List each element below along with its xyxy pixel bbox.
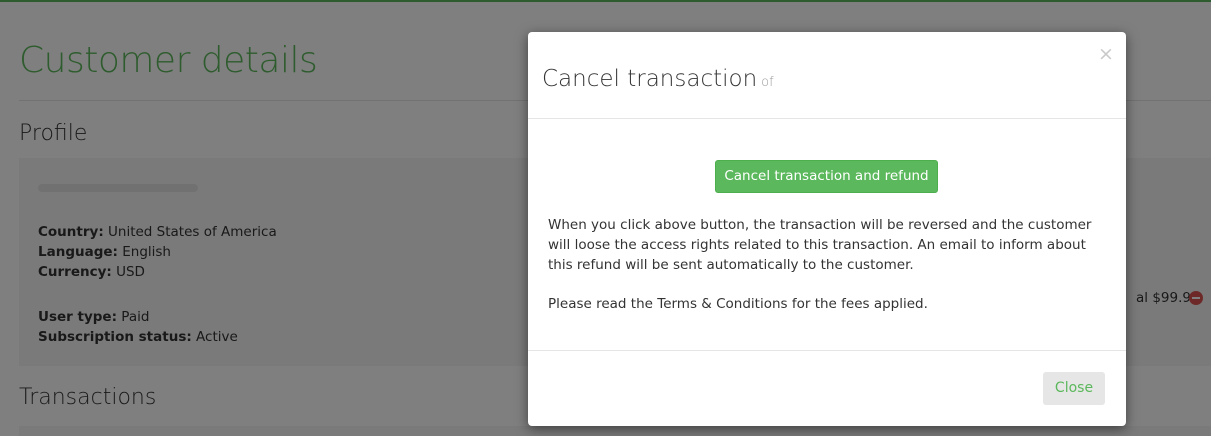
close-icon[interactable]: × bbox=[1098, 45, 1114, 64]
modal-title-suffix: of bbox=[761, 75, 774, 90]
modal-title-text: Cancel transaction bbox=[542, 66, 758, 92]
refund-explanation: When you click above button, the transac… bbox=[548, 217, 1092, 273]
terms-note: Please read the Terms & Conditions for t… bbox=[548, 296, 928, 312]
cancel-and-refund-button[interactable]: Cancel transaction and refund bbox=[715, 160, 938, 193]
cancel-transaction-modal: Cancel transaction of × Cancel transactio… bbox=[528, 32, 1126, 426]
close-button[interactable]: Close bbox=[1043, 372, 1105, 405]
modal-body: Cancel transaction and refund When you c… bbox=[528, 119, 1126, 351]
modal-title: Cancel transaction of bbox=[542, 66, 774, 92]
modal-header: Cancel transaction of × bbox=[528, 32, 1126, 119]
